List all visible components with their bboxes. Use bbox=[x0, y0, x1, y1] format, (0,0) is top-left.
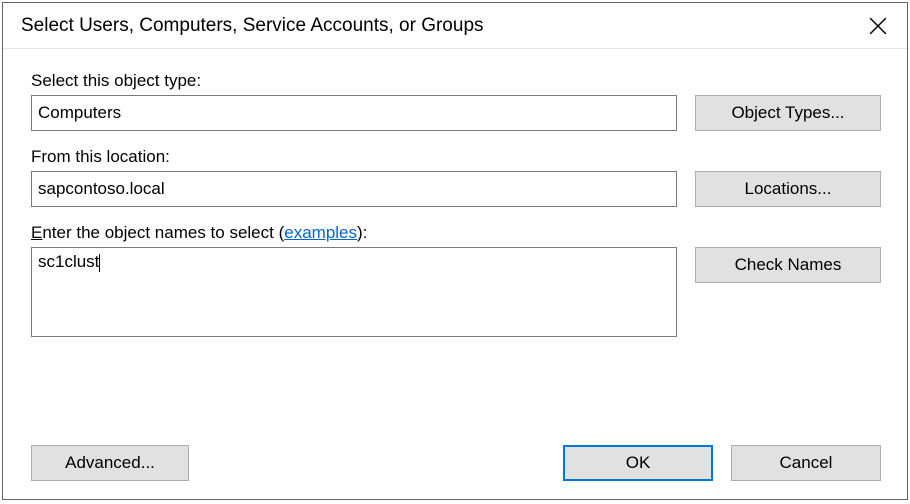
dialog-body: Select this object type: Computers Objec… bbox=[3, 49, 907, 371]
mnemonic-underline: E bbox=[31, 223, 42, 242]
close-button[interactable] bbox=[851, 6, 905, 46]
object-type-value: Computers bbox=[31, 95, 677, 131]
object-names-section: Enter the object names to select (exampl… bbox=[31, 223, 881, 337]
location-value: sapcontoso.local bbox=[31, 171, 677, 207]
location-section: From this location: sapcontoso.local Loc… bbox=[31, 147, 881, 207]
check-names-button[interactable]: Check Names bbox=[695, 247, 881, 283]
dialog-title: Select Users, Computers, Service Account… bbox=[21, 15, 484, 37]
close-icon bbox=[869, 17, 887, 35]
cancel-button[interactable]: Cancel bbox=[731, 445, 881, 481]
ok-cancel-group: OK Cancel bbox=[563, 445, 881, 481]
advanced-button[interactable]: Advanced... bbox=[31, 445, 189, 481]
object-picker-dialog: Select Users, Computers, Service Account… bbox=[2, 2, 908, 500]
object-names-label: Enter the object names to select (exampl… bbox=[31, 223, 881, 243]
titlebar: Select Users, Computers, Service Account… bbox=[3, 3, 907, 49]
location-label: From this location: bbox=[31, 147, 881, 167]
object-types-button[interactable]: Object Types... bbox=[695, 95, 881, 131]
object-type-section: Select this object type: Computers Objec… bbox=[31, 71, 881, 131]
object-names-input[interactable]: sc1clust bbox=[31, 247, 677, 337]
ok-button[interactable]: OK bbox=[563, 445, 713, 481]
text-caret bbox=[99, 254, 100, 272]
dialog-buttons: Advanced... OK Cancel bbox=[31, 445, 881, 481]
examples-link[interactable]: examples bbox=[284, 223, 357, 242]
object-type-label: Select this object type: bbox=[31, 71, 881, 91]
locations-button[interactable]: Locations... bbox=[695, 171, 881, 207]
